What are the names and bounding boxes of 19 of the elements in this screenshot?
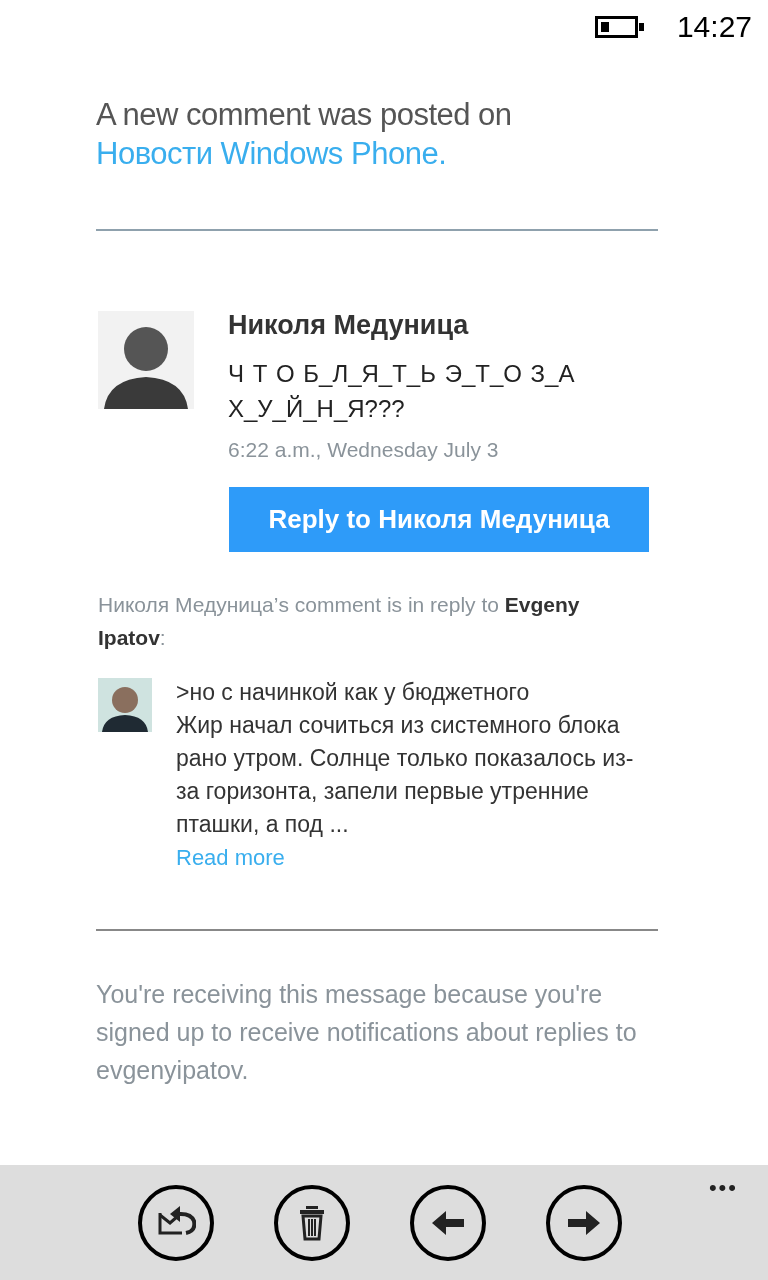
read-more-link[interactable]: Read more: [176, 841, 285, 874]
reply-note: Николя Медуница’s comment is in reply to Evgeny Ipatov:: [98, 592, 581, 651]
battery-icon: [594, 16, 645, 38]
comment-time: 6:22 a.m., Wednesday July 3: [228, 438, 499, 462]
site-link[interactable]: Новости Windows Phone.: [96, 134, 447, 174]
quote-text: Жир начал сочиться из системного блока рано утром. Солнце только показалось из-за горизонта, запели первые утренние пташки, а под ...: [176, 711, 635, 839]
avatar: [98, 678, 152, 732]
reply-button[interactable]: Reply to Николя Медуница: [229, 487, 649, 552]
quote-first-line: >но с начинкой как у бюджетного: [176, 678, 530, 707]
more-button[interactable]: •••: [708, 1175, 738, 1201]
envelope-reply-button[interactable]: [138, 1185, 214, 1261]
left-arrow-button[interactable]: [410, 1185, 486, 1261]
comment-text: Ч Т О Б_Л_Я_Т_Ь Э_Т_О З_А Х_У_Й_Н_Я???: [228, 359, 576, 424]
trash-button[interactable]: [274, 1185, 350, 1261]
author-name: Николя Медуница: [228, 309, 469, 342]
clock: 14:27: [676, 10, 752, 44]
right-arrow-button[interactable]: [546, 1185, 622, 1261]
intro-text: A new comment was posted on: [96, 96, 513, 134]
notice-text: You're receiving this message because you're signed up to receive notifications about replies to evgenyipatov.: [96, 979, 638, 1086]
